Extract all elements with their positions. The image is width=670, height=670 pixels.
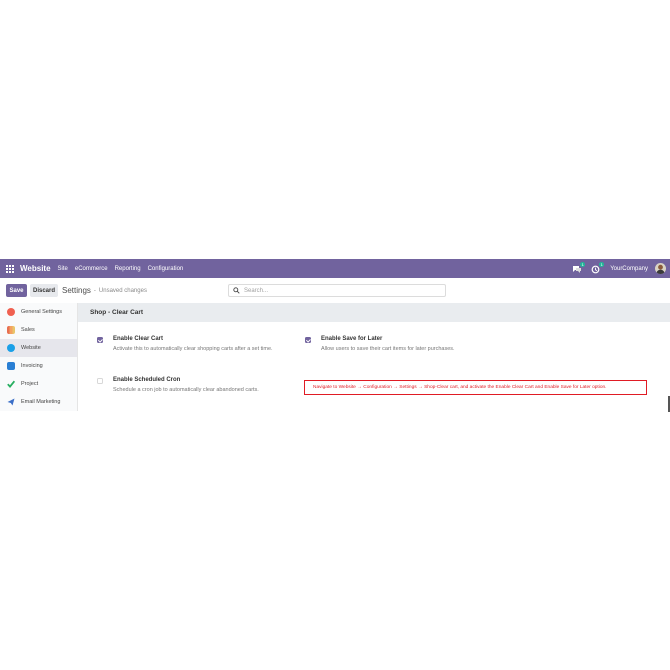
enable-save-for-later-checkbox[interactable] [305, 337, 311, 343]
sidebar-item-label: Email Marketing [21, 399, 61, 405]
website-icon [7, 344, 15, 352]
activity-badge: 1 [599, 261, 605, 267]
settings-content: Shop - Clear Cart Enable Clear Cart Acti… [78, 303, 670, 412]
sidebar-item-label: General Settings [21, 309, 62, 315]
sidebar-item-general-settings[interactable]: General Settings [0, 303, 77, 321]
sidebar-item-website[interactable]: Website [0, 339, 77, 357]
sidebar-item-label: Project [21, 381, 39, 387]
email-marketing-icon [7, 398, 15, 406]
setting-help: Activate this to automatically clear sho… [113, 346, 273, 352]
sidebar-item-project[interactable]: Project [0, 375, 77, 393]
navbar-systray: 1 1 YourCompany [572, 259, 670, 278]
sidebar-item-invoicing[interactable]: Invoicing [0, 357, 77, 375]
unsaved-status: Unsaved changes [98, 287, 147, 294]
top-navbar: Website Site eCommerce Reporting Configu… [0, 259, 670, 278]
search-icon [233, 287, 240, 294]
sidebar-item-label: Sales [21, 327, 35, 333]
search-placeholder: Search... [244, 287, 269, 294]
settings-sidebar: General Settings Sales Website Invoicing… [0, 303, 78, 411]
user-avatar[interactable] [655, 263, 666, 274]
setting-help: Schedule a cron job to automatically cle… [113, 387, 259, 393]
discard-button[interactable]: Discard [30, 284, 58, 297]
section-title: Shop - Clear Cart [78, 303, 670, 322]
instruction-callout: Navigate to Website → Configuration → Se… [304, 380, 647, 395]
app-brand[interactable]: Website [20, 264, 51, 273]
menu-site[interactable]: Site [58, 266, 68, 272]
search-input[interactable]: Search... [228, 284, 446, 297]
menu-configuration[interactable]: Configuration [148, 266, 184, 272]
sidebar-item-email-marketing[interactable]: Email Marketing [0, 393, 77, 411]
sales-icon [7, 326, 15, 334]
company-switcher[interactable]: YourCompany [610, 266, 648, 272]
chat-icon[interactable]: 1 [572, 261, 586, 273]
sidebar-item-label: Invoicing [21, 363, 43, 369]
general-settings-icon [7, 308, 15, 316]
menu-ecommerce[interactable]: eCommerce [75, 266, 108, 272]
invoicing-icon [7, 362, 15, 370]
sidebar-item-label: Website [21, 345, 41, 351]
activity-icon[interactable]: 1 [591, 261, 605, 273]
setting-label: Enable Scheduled Cron [113, 377, 181, 383]
setting-label: Enable Save for Later [321, 336, 383, 342]
menu-reporting[interactable]: Reporting [115, 266, 141, 272]
setting-help: Allow users to save their cart items for… [321, 346, 455, 352]
sidebar-item-sales[interactable]: Sales [0, 321, 77, 339]
page-title: Settings [62, 286, 91, 295]
save-button[interactable]: Save [6, 284, 27, 297]
app-menu-icon[interactable] [6, 264, 14, 273]
app-window: Website Site eCommerce Reporting Configu… [0, 259, 670, 412]
title-separator: - [93, 287, 96, 294]
enable-scheduled-cron-checkbox[interactable] [97, 378, 103, 384]
setting-label: Enable Clear Cart [113, 336, 164, 342]
enable-clear-cart-checkbox[interactable] [97, 337, 103, 343]
control-panel: Save Discard Settings - Unsaved changes … [0, 278, 670, 303]
chat-badge: 1 [580, 261, 586, 267]
project-icon [7, 380, 16, 388]
